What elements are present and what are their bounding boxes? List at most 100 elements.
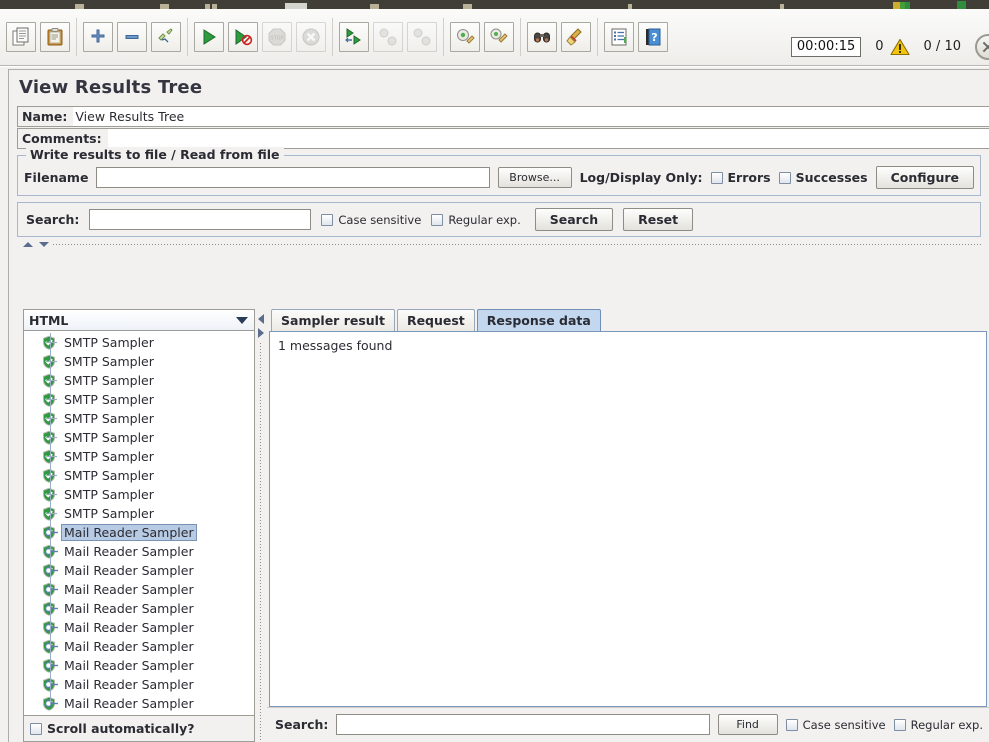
tree-node[interactable]: SMTP Sampler xyxy=(24,428,254,447)
response-find-button[interactable]: Find xyxy=(717,714,778,735)
active-threads-count: 0 / 10 xyxy=(923,39,961,54)
successes-checkbox[interactable]: Successes xyxy=(778,170,868,185)
horizontal-splitter[interactable] xyxy=(17,240,981,249)
tree-node[interactable]: SMTP Sampler xyxy=(24,466,254,485)
comments-input[interactable] xyxy=(107,129,989,148)
expand-handle-icon xyxy=(44,547,58,556)
tree-search-regex-box xyxy=(431,213,444,226)
expand-handle[interactable] xyxy=(44,675,60,694)
main-toolbar: STOP ? 00:00:15 0 0 / 10 xyxy=(0,9,989,66)
tree-search-input[interactable] xyxy=(89,209,312,230)
splitter-collapse-left-icon[interactable] xyxy=(258,314,264,324)
help-button[interactable]: ? xyxy=(638,22,668,52)
tree-node[interactable]: Mail Reader Sampler xyxy=(24,637,254,656)
expand-handle[interactable] xyxy=(44,618,60,637)
stop-remote-all-button[interactable] xyxy=(373,22,403,52)
tree-node[interactable]: SMTP Sampler xyxy=(24,333,254,352)
vertical-splitter[interactable] xyxy=(255,309,267,742)
tree-node[interactable]: Mail Reader Sampler xyxy=(24,561,254,580)
expand-handle[interactable] xyxy=(44,542,60,561)
clear-button[interactable] xyxy=(450,22,480,52)
window-top-strip xyxy=(0,0,989,9)
clear-all-button[interactable] xyxy=(484,22,514,52)
tree-node[interactable]: SMTP Sampler xyxy=(24,390,254,409)
splitter-collapse-up-icon[interactable] xyxy=(23,242,33,247)
tree-leaf-connector xyxy=(44,466,60,485)
tree-search-button[interactable]: Search xyxy=(534,208,614,231)
expand-handle[interactable] xyxy=(44,599,60,618)
tree-node[interactable]: Mail Reader Sampler xyxy=(24,618,254,637)
new-button[interactable] xyxy=(6,22,36,52)
tree-node[interactable]: SMTP Sampler xyxy=(24,352,254,371)
tree-trunk-line xyxy=(50,333,51,705)
clear-gui-icon[interactable] xyxy=(975,33,989,60)
reset-search-button[interactable] xyxy=(561,22,591,52)
tree-node[interactable]: Mail Reader Sampler xyxy=(24,580,254,599)
expand-handle-icon xyxy=(44,566,58,575)
stop-button[interactable]: STOP xyxy=(262,22,292,52)
tree-search-case-sensitive-checkbox[interactable]: Case sensitive xyxy=(321,213,421,227)
tree-node-label: SMTP Sampler xyxy=(64,506,154,521)
response-case-sensitive-checkbox[interactable]: Case sensitive xyxy=(785,718,886,732)
browse-button[interactable]: Browse... xyxy=(497,167,572,188)
toolbar-group-clear xyxy=(444,18,521,56)
response-search-input[interactable] xyxy=(336,714,710,735)
tree-search-reset-button[interactable]: Reset xyxy=(623,208,694,231)
splitter-collapse-right-icon[interactable] xyxy=(258,328,264,338)
start-remote-all-button[interactable] xyxy=(339,22,369,52)
tab-sampler-result[interactable]: Sampler result xyxy=(271,309,395,331)
tree-node[interactable]: Mail Reader Sampler xyxy=(24,599,254,618)
shutdown-remote-all-button[interactable] xyxy=(407,22,437,52)
tree-node[interactable]: Mail Reader Sampler xyxy=(24,694,254,713)
expand-handle[interactable] xyxy=(44,694,60,713)
warning-triangle-icon xyxy=(889,38,910,55)
result-tabs: Sampler result Request Response data xyxy=(267,309,989,331)
results-tree[interactable]: SMTP Sampler SMTP Sampler SMTP Sampler S… xyxy=(24,331,254,715)
expand-handle[interactable] xyxy=(44,580,60,599)
splitter-collapse-down-icon[interactable] xyxy=(39,242,49,247)
response-regex-checkbox[interactable]: Regular exp. xyxy=(893,718,983,732)
tab-response-data[interactable]: Response data xyxy=(476,309,601,331)
toolbar-group-search xyxy=(521,18,598,56)
scroll-automatically-checkbox[interactable]: Scroll automatically? xyxy=(30,721,195,736)
configure-button[interactable]: Configure xyxy=(875,166,974,189)
tree-node[interactable]: SMTP Sampler xyxy=(24,504,254,523)
expand-handle[interactable] xyxy=(44,561,60,580)
collapse-all-button[interactable] xyxy=(117,22,147,52)
tree-node[interactable]: Mail Reader Sampler xyxy=(24,656,254,675)
toggle-button[interactable] xyxy=(151,22,181,52)
start-no-timers-button[interactable] xyxy=(228,22,258,52)
name-input[interactable] xyxy=(73,107,989,126)
expand-handle[interactable] xyxy=(44,656,60,675)
tree-node[interactable]: SMTP Sampler xyxy=(24,485,254,504)
tree-node-label: Mail Reader Sampler xyxy=(64,620,194,635)
function-helper-button[interactable] xyxy=(604,22,634,52)
tree-node-label: SMTP Sampler xyxy=(64,430,154,445)
tree-search-regex-checkbox[interactable]: Regular exp. xyxy=(431,213,521,227)
warning-indicator[interactable]: 0 xyxy=(875,38,910,56)
tree-node-label: Mail Reader Sampler xyxy=(64,601,194,616)
tree-leaf-connector xyxy=(44,447,60,466)
response-data-area[interactable]: 1 messages found xyxy=(269,331,987,707)
start-button[interactable] xyxy=(194,22,224,52)
templates-button[interactable] xyxy=(40,22,70,52)
filename-input[interactable] xyxy=(96,167,490,188)
tab-request[interactable]: Request xyxy=(396,309,475,331)
errors-checkbox[interactable]: Errors xyxy=(710,170,771,185)
expand-handle[interactable] xyxy=(44,637,60,656)
tree-branch-line xyxy=(46,398,57,401)
tree-search-case-sensitive-box xyxy=(321,213,334,226)
expand-all-button[interactable] xyxy=(83,22,113,52)
tree-node[interactable]: SMTP Sampler xyxy=(24,371,254,390)
renderer-dropdown[interactable]: HTML xyxy=(24,310,254,331)
response-case-sensitive-box xyxy=(785,718,798,731)
tree-node[interactable]: Mail Reader Sampler xyxy=(24,542,254,561)
filename-label: Filename xyxy=(24,170,89,185)
tree-node[interactable]: Mail Reader Sampler xyxy=(24,675,254,694)
tree-node[interactable]: SMTP Sampler xyxy=(24,447,254,466)
search-tree-button[interactable] xyxy=(527,22,557,52)
tree-node[interactable]: SMTP Sampler xyxy=(24,409,254,428)
tree-node[interactable]: Mail Reader Sampler xyxy=(24,523,254,542)
shutdown-button[interactable] xyxy=(296,22,326,52)
expand-handle[interactable] xyxy=(44,523,60,542)
